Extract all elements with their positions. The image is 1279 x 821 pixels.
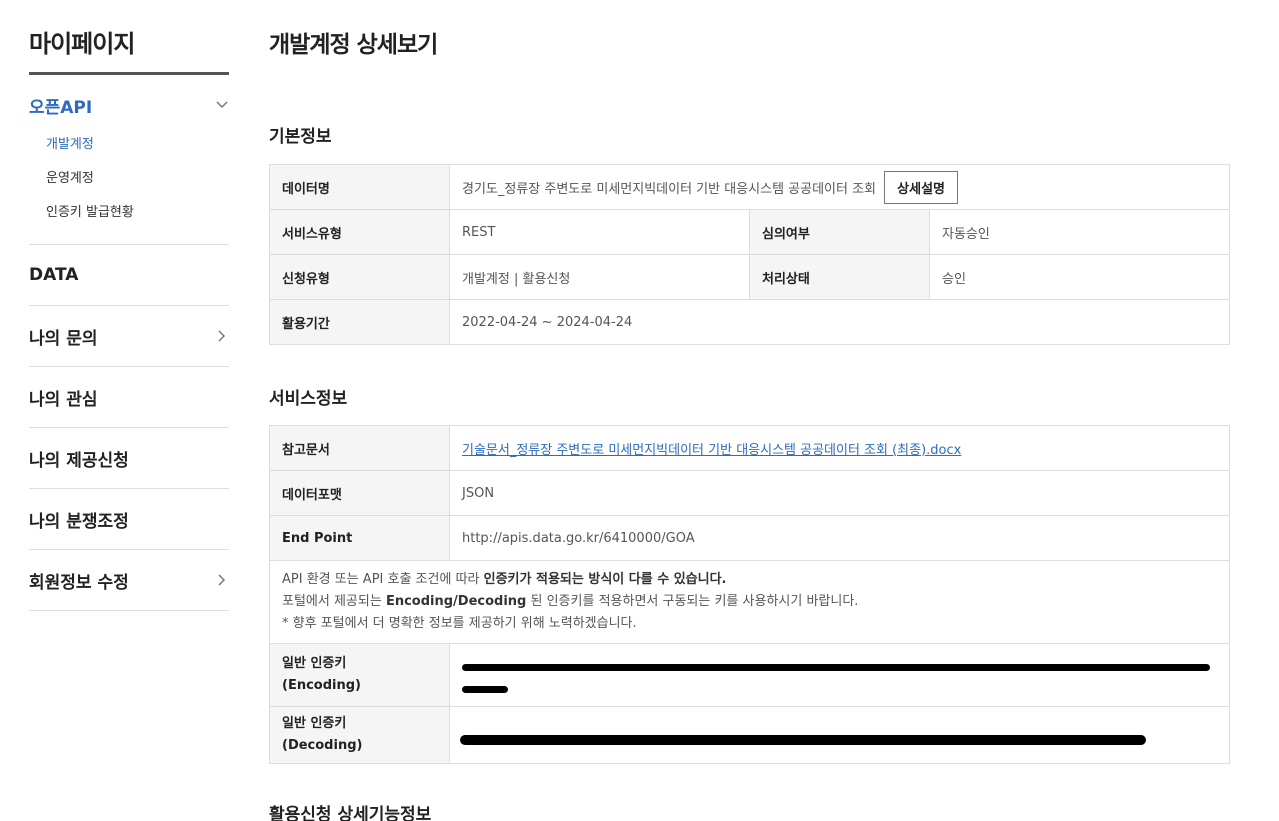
sidebar-item-my-inquiry[interactable]: 나의 문의	[29, 306, 229, 367]
service-type-label: 서비스유형	[269, 209, 450, 255]
format-label: 데이터포맷	[269, 470, 450, 516]
encoding-key-label: 일반 인증키 (Encoding)	[269, 643, 450, 707]
detail-description-button[interactable]: 상세설명	[884, 170, 958, 204]
ref-doc-link[interactable]: 기술문서_정류장 주변도로 미세먼지빅데이터 기반 대응시스템 공공데이터 조회…	[462, 443, 961, 458]
notice-emphasis: Encoding/Decoding	[385, 594, 527, 609]
sidebar-item-my-provide-request[interactable]: 나의 제공신청	[29, 428, 229, 489]
notice-text: * 향후 포털에서 더 명확한 정보를 제공하기 위해 노력하겠습니다.	[282, 616, 637, 631]
chevron-right-icon	[215, 573, 229, 587]
decoding-key-label-line1: 일반 인증키	[282, 716, 347, 731]
endpoint-label: End Point	[269, 515, 450, 561]
service-type-value: REST	[449, 209, 750, 255]
decoding-key-label: 일반 인증키 (Decoding)	[269, 706, 450, 764]
period-label: 활용기간	[269, 299, 450, 345]
table-row: API 환경 또는 API 호출 조건에 따라 인증키가 적용되는 방식이 다를…	[269, 560, 1230, 644]
sidebar-sub-list: 개발계정 운영계정 인증키 발급현황	[29, 135, 229, 237]
review-value: 자동승인	[928, 209, 1231, 255]
review-label: 심의여부	[749, 209, 930, 255]
sidebar-item-label: 회원정보 수정	[29, 572, 129, 593]
data-name-cell: 경기도_정류장 주변도로 미세먼지빅데이터 기반 대응시스템 공공데이터 조회 …	[448, 164, 1231, 210]
sidebar-sub-item-ops-account[interactable]: 운영계정	[46, 169, 229, 203]
notice-text: 포털에서 제공되는	[282, 594, 386, 609]
table-row: 활용기간 2022-04-24 ~ 2024-04-24	[269, 299, 1231, 345]
table-row: 신청유형 개발계정 | 활용신청 처리상태 승인	[269, 254, 1231, 300]
sidebar-section-open-api: 오픈API 개발계정 운영계정 인증키 발급현황	[29, 75, 229, 245]
status-label: 처리상태	[749, 254, 930, 300]
redaction-mark	[460, 735, 1146, 745]
encoding-key-label-line2: (Encoding)	[282, 678, 361, 693]
decoding-key-value-redacted	[449, 706, 1230, 764]
table-row: 데이터포맷 JSON	[269, 470, 1230, 516]
period-value: 2022-04-24 ~ 2024-04-24	[448, 299, 1231, 345]
data-name-label: 데이터명	[269, 164, 450, 210]
notice-text: 된 인증키를 적용하면서 구동되는 키를 사용하시기 바랍니다.	[526, 594, 859, 609]
sidebar-item-label: 나의 분쟁조정	[29, 511, 129, 532]
table-row: 데이터명 경기도_정류장 주변도로 미세먼지빅데이터 기반 대응시스템 공공데이…	[269, 164, 1231, 210]
sidebar-item-data[interactable]: DATA	[29, 245, 229, 306]
sidebar-item-label: 나의 관심	[29, 389, 98, 410]
encoding-key-value-redacted	[449, 643, 1230, 707]
section-title-detail-function: 활용신청 상세기능정보	[269, 805, 432, 821]
decoding-key-label-line2: (Decoding)	[282, 738, 363, 753]
sidebar-item-edit-member-info[interactable]: 회원정보 수정	[29, 550, 229, 611]
sidebar-item-open-api[interactable]: 오픈API	[29, 93, 229, 118]
redaction-mark	[462, 686, 508, 693]
sidebar-item-label: 나의 문의	[29, 328, 98, 349]
sidebar-sub-item-key-status[interactable]: 인증키 발급현황	[46, 203, 229, 237]
table-row: 일반 인증키 (Decoding)	[269, 706, 1230, 764]
redaction-mark	[462, 664, 1210, 671]
endpoint-value: http://apis.data.go.kr/6410000/GOA	[449, 515, 1230, 561]
apply-type-value: 개발계정 | 활용신청	[449, 254, 750, 300]
apply-type-label: 신청유형	[269, 254, 450, 300]
data-name-value: 경기도_정류장 주변도로 미세먼지빅데이터 기반 대응시스템 공공데이터 조회	[462, 181, 877, 197]
sidebar-item-label: 나의 제공신청	[29, 450, 129, 471]
encoding-key-label-line1: 일반 인증키	[282, 656, 347, 671]
ref-doc-label: 참고문서	[269, 425, 450, 471]
notice-text: API 환경 또는 API 호출 조건에 따라	[282, 572, 484, 587]
table-row: 참고문서 기술문서_정류장 주변도로 미세먼지빅데이터 기반 대응시스템 공공데…	[269, 425, 1230, 471]
sidebar-item-label: 오픈API	[29, 97, 93, 118]
main-content: 개발계정 상세보기 기본정보 데이터명 경기도_정류장 주변도로 미세먼지빅데이…	[269, 0, 1231, 821]
key-notice: API 환경 또는 API 호출 조건에 따라 인증키가 적용되는 방식이 다를…	[269, 560, 1230, 644]
sidebar-sub-item-dev-account[interactable]: 개발계정	[46, 135, 229, 169]
chevron-down-icon	[215, 98, 229, 112]
sidebar-item-label: DATA	[29, 265, 79, 285]
status-value: 승인	[928, 254, 1231, 300]
section-title-basic: 기본정보	[269, 127, 332, 147]
table-row: End Point http://apis.data.go.kr/6410000…	[269, 515, 1230, 561]
basic-info-table: 데이터명 경기도_정류장 주변도로 미세먼지빅데이터 기반 대응시스템 공공데이…	[269, 164, 1231, 345]
page-title: 개발계정 상세보기	[269, 32, 438, 58]
service-info-table: 참고문서 기술문서_정류장 주변도로 미세먼지빅데이터 기반 대응시스템 공공데…	[269, 425, 1230, 764]
notice-emphasis: 인증키가 적용되는 방식이 다를 수 있습니다.	[483, 572, 727, 587]
format-value: JSON	[449, 470, 1230, 516]
sidebar-item-my-dispute[interactable]: 나의 분쟁조정	[29, 489, 229, 550]
sidebar-item-my-interest[interactable]: 나의 관심	[29, 367, 229, 428]
sidebar: 마이페이지 오픈API 개발계정 운영계정 인증키 발급현황 DATA 나의 문…	[29, 0, 229, 611]
table-row: 서비스유형 REST 심의여부 자동승인	[269, 209, 1231, 255]
table-row: 일반 인증키 (Encoding)	[269, 643, 1230, 707]
sidebar-title: 마이페이지	[29, 0, 229, 75]
section-title-service: 서비스정보	[269, 389, 348, 409]
chevron-right-icon	[215, 329, 229, 343]
